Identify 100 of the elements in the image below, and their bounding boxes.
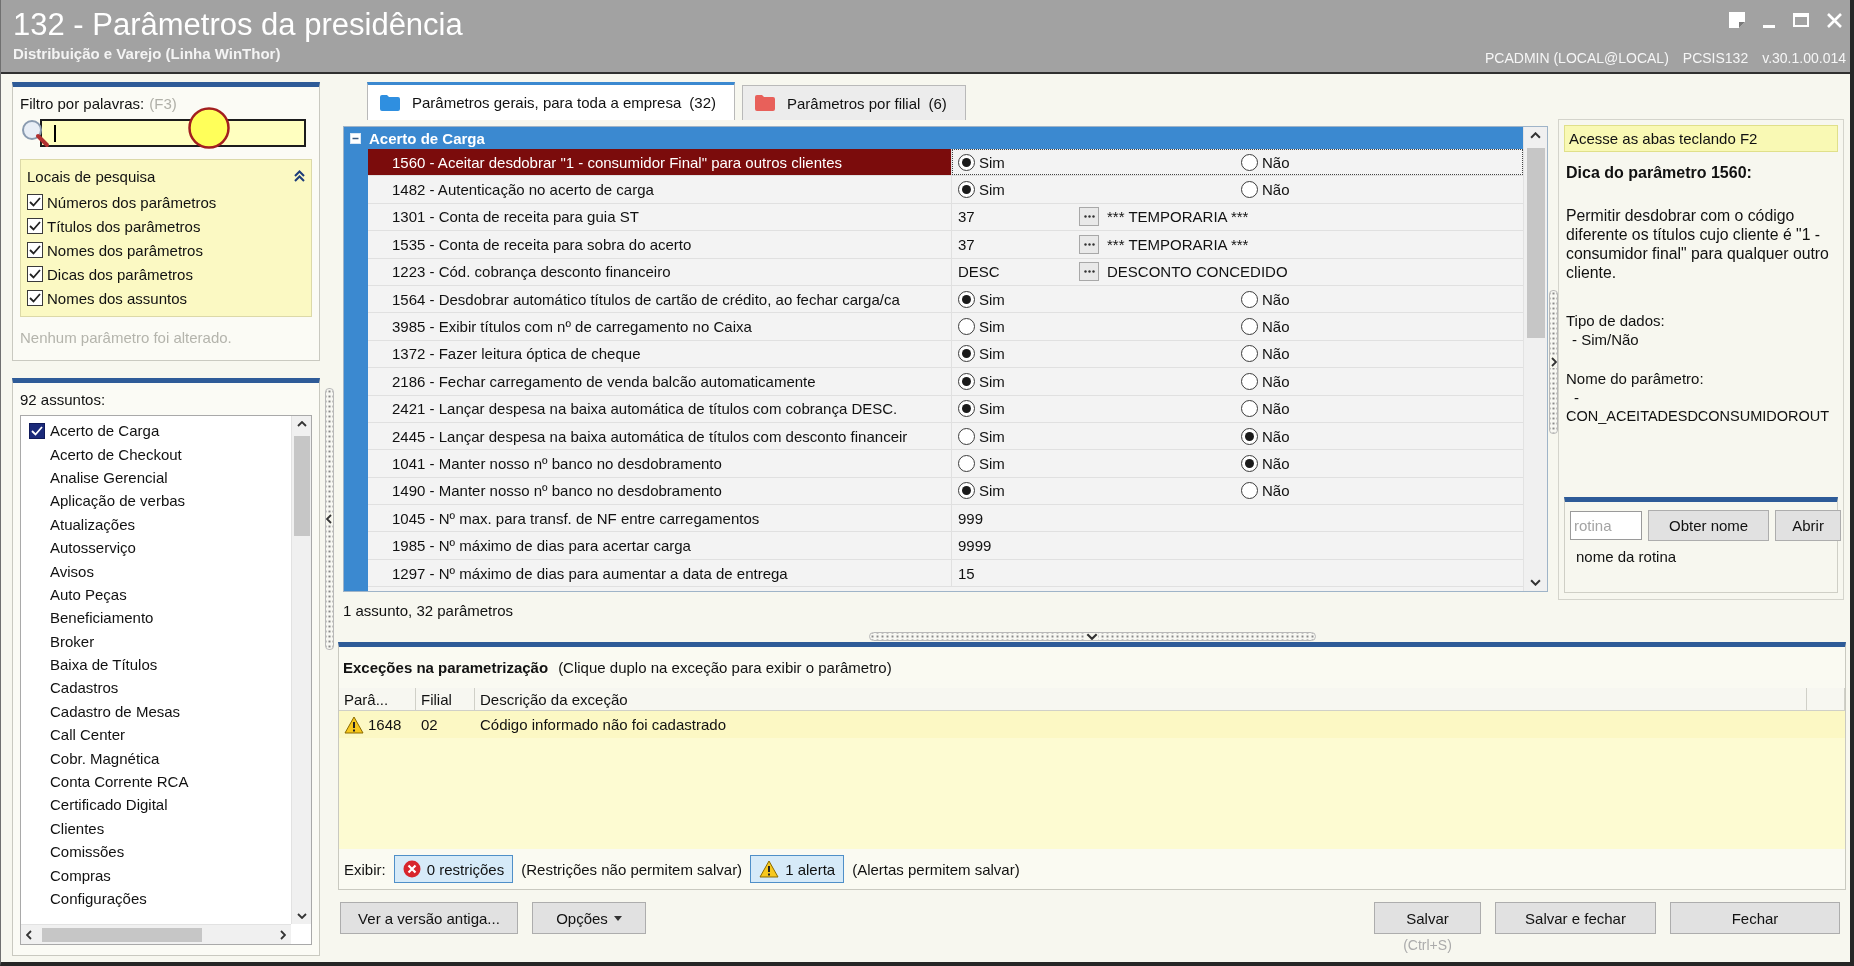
radio-button[interactable]: [1241, 427, 1258, 445]
radio-button[interactable]: [958, 290, 975, 308]
scrollbar-track[interactable]: [291, 416, 311, 924]
subject-list-item[interactable]: Analise Gerencial: [50, 468, 168, 486]
splitter-handle[interactable]: [1548, 290, 1558, 434]
radio-button[interactable]: [1241, 290, 1258, 308]
checkbox[interactable]: [27, 242, 43, 258]
routine-button[interactable]: Abrir: [1775, 510, 1841, 541]
radio-button[interactable]: [1241, 455, 1258, 472]
scroll-left-icon[interactable]: [26, 929, 33, 940]
filter-toggle-button[interactable]: 1 alerta: [750, 855, 845, 883]
splitter-handle[interactable]: [868, 631, 1316, 641]
radio-button[interactable]: [958, 318, 975, 336]
filter-toggle-button[interactable]: 0 restrições: [393, 855, 514, 883]
parameter-name[interactable]: 1041 - Manter nosso nº banco no desdobramento: [368, 450, 952, 477]
subject-list-item[interactable]: Acerto de Checkout: [50, 445, 182, 463]
parameter-name[interactable]: 1490 - Manter nosso nº banco no desdobramento: [368, 477, 952, 505]
subject-list-item[interactable]: Acerto de Carga: [50, 422, 160, 440]
subject-list-item[interactable]: Configurações: [50, 890, 147, 907]
scroll-up-icon[interactable]: [1530, 132, 1541, 139]
collapse-icon[interactable]: [294, 170, 305, 182]
radio-button[interactable]: [958, 372, 975, 390]
routine-input[interactable]: rotina: [1570, 511, 1642, 540]
parameter-name[interactable]: 2421 - Lançar despesa na baixa automática de títulos com cobrança DESC.: [368, 395, 952, 422]
checkbox[interactable]: [27, 266, 43, 282]
parameter-name[interactable]: 1297 - Nº máximo de dias para aumentar a data de entrega: [368, 559, 952, 587]
chevron-right-icon[interactable]: [1549, 356, 1557, 368]
radio-button[interactable]: [958, 427, 975, 445]
radio-button[interactable]: [1241, 345, 1258, 363]
tab[interactable]: Parâmetros por filial (6): [742, 85, 966, 120]
parameter-name[interactable]: 1482 - Autenticação no acerto de carga: [368, 176, 952, 203]
radio-button[interactable]: [1241, 372, 1258, 390]
subject-list-item[interactable]: Cobr. Magnética: [50, 749, 160, 767]
action-button[interactable]: Fechar: [1670, 902, 1840, 934]
column-header[interactable]: Filial: [416, 688, 475, 710]
scrollbar-thumb[interactable]: [42, 927, 202, 942]
scrollbar-track[interactable]: [21, 924, 291, 944]
radio-button[interactable]: [958, 153, 975, 171]
radio-button[interactable]: [958, 400, 975, 418]
lookup-button[interactable]: [1079, 262, 1099, 282]
radio-button[interactable]: [958, 455, 975, 472]
subject-list-item[interactable]: Auto Peças: [50, 585, 127, 603]
action-button[interactable]: Salvar: [1374, 902, 1481, 934]
column-header[interactable]: Descrição da exceção: [475, 688, 1807, 710]
checkbox[interactable]: [27, 194, 43, 210]
subject-list-item[interactable]: Certificado Digital: [50, 796, 168, 814]
subject-list-item[interactable]: Call Center: [50, 726, 126, 744]
scroll-down-icon[interactable]: [1530, 579, 1541, 586]
subject-list-item[interactable]: Atualizações: [50, 515, 136, 533]
column-header[interactable]: Parâ...: [339, 688, 416, 710]
radio-button[interactable]: [1241, 153, 1258, 171]
subject-list-item[interactable]: Compras: [50, 866, 111, 884]
minimize-icon[interactable]: [1763, 24, 1775, 28]
lookup-button[interactable]: [1079, 207, 1099, 227]
chevron-down-icon[interactable]: [1086, 632, 1098, 640]
subject-list-item[interactable]: Autosserviço: [50, 539, 136, 557]
parameter-name[interactable]: 1301 - Conta de receita para guia ST: [368, 203, 952, 231]
parameter-name[interactable]: 1564 - Desdobrar automático títulos de cartão de crédito, ao fechar carga/ca: [368, 285, 952, 313]
subject-list-item[interactable]: Conta Corrente RCA: [50, 773, 189, 791]
radio-button[interactable]: [1241, 482, 1258, 500]
scroll-down-icon[interactable]: [296, 913, 307, 919]
scroll-up-icon[interactable]: [296, 421, 307, 427]
splitter-handle[interactable]: [324, 388, 334, 650]
parameter-name[interactable]: 3985 - Exibir títulos com nº de carregamento no Caixa: [368, 313, 952, 340]
action-button[interactable]: Ver a versão antiga...: [340, 902, 518, 934]
scrollbar-thumb[interactable]: [293, 436, 310, 536]
maximize-icon[interactable]: [1793, 13, 1809, 27]
radio-button[interactable]: [958, 181, 975, 199]
checkbox[interactable]: [28, 422, 45, 439]
radio-button[interactable]: [1241, 318, 1258, 336]
parameter-name[interactable]: 2186 - Fechar carregamento de venda balcão automaticamente: [368, 368, 952, 395]
routine-button[interactable]: Obter nome: [1648, 510, 1770, 541]
tab[interactable]: Parâmetros gerais, para toda a empresa (32): [367, 82, 735, 120]
parameter-name[interactable]: 2445 - Lançar despesa na baixa automática de títulos com desconto financeir: [368, 422, 952, 450]
parameter-name[interactable]: 1535 - Conta de receita para sobra do acerto: [368, 231, 952, 258]
subject-list-item[interactable]: Cadastros: [50, 679, 119, 697]
subject-list-item[interactable]: Baixa de Títulos: [50, 656, 158, 674]
radio-button[interactable]: [1241, 400, 1258, 418]
radio-button[interactable]: [958, 482, 975, 500]
close-icon[interactable]: [1827, 12, 1842, 28]
lookup-button[interactable]: [1079, 234, 1099, 254]
chevron-left-icon[interactable]: [325, 513, 333, 525]
subject-list-item[interactable]: Cadastro de Mesas: [50, 702, 181, 720]
subject-list-item[interactable]: Beneficiamento: [50, 609, 154, 627]
scrollbar-thumb[interactable]: [1526, 148, 1545, 338]
parameter-name[interactable]: 1560 - Aceitar desdobrar "1 - consumidor Final" para outros clientes: [368, 149, 952, 176]
checkbox[interactable]: [27, 218, 43, 234]
subject-list-item[interactable]: Avisos: [50, 562, 94, 580]
tile-icon[interactable]: [1729, 12, 1745, 28]
menu-button[interactable]: Opções: [532, 902, 646, 934]
checkbox[interactable]: [27, 290, 43, 306]
radio-button[interactable]: [1241, 181, 1258, 199]
parameter-name[interactable]: 1045 - Nº max. para transf. de NF entre carregamentos: [368, 505, 952, 532]
subject-list-item[interactable]: Aplicação de verbas: [50, 492, 186, 510]
parameter-name[interactable]: 1372 - Fazer leitura óptica de cheque: [368, 340, 952, 368]
action-button[interactable]: Salvar e fechar: [1495, 902, 1656, 934]
subject-list-item[interactable]: Broker: [50, 632, 95, 650]
parameter-name[interactable]: 1223 - Cód. cobrança desconto financeiro: [368, 258, 952, 285]
subject-list-item[interactable]: Clientes: [50, 819, 105, 837]
scroll-right-icon[interactable]: [279, 929, 286, 940]
